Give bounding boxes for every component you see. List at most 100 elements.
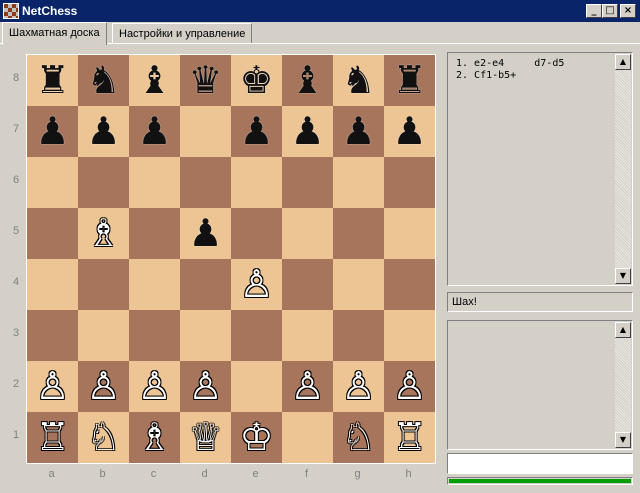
square-g5[interactable]	[333, 208, 384, 259]
square-d8[interactable]: ♛	[180, 55, 231, 106]
scroll-up-icon[interactable]: ▲	[615, 322, 631, 338]
white-knight-icon[interactable]: ♘	[78, 412, 129, 463]
black-rook-icon[interactable]: ♜	[384, 55, 435, 106]
white-pawn-icon[interactable]: ♙	[282, 361, 333, 412]
scroll-down-icon[interactable]: ▼	[615, 268, 631, 284]
square-a4[interactable]	[27, 259, 78, 310]
square-c2[interactable]: ♙	[129, 361, 180, 412]
black-pawn-icon[interactable]: ♟	[180, 208, 231, 259]
square-e7[interactable]: ♟	[231, 106, 282, 157]
square-c8[interactable]: ♝	[129, 55, 180, 106]
black-pawn-icon[interactable]: ♟	[384, 106, 435, 157]
move-list-scrollbar[interactable]: ▲ ▼	[615, 54, 631, 284]
black-pawn-icon[interactable]: ♟	[78, 106, 129, 157]
square-e4[interactable]: ♙	[231, 259, 282, 310]
square-b6[interactable]	[78, 157, 129, 208]
square-c3[interactable]	[129, 310, 180, 361]
black-pawn-icon[interactable]: ♟	[282, 106, 333, 157]
square-g6[interactable]	[333, 157, 384, 208]
square-a5[interactable]	[27, 208, 78, 259]
square-a6[interactable]	[27, 157, 78, 208]
black-pawn-icon[interactable]: ♟	[27, 106, 78, 157]
white-bishop-icon[interactable]: ♗	[129, 412, 180, 463]
square-h6[interactable]	[384, 157, 435, 208]
square-b3[interactable]	[78, 310, 129, 361]
maximize-button[interactable]: □	[602, 4, 618, 18]
square-d3[interactable]	[180, 310, 231, 361]
chat-log[interactable]: ▲ ▼	[447, 320, 633, 450]
square-e5[interactable]	[231, 208, 282, 259]
black-pawn-icon[interactable]: ♟	[231, 106, 282, 157]
square-b8[interactable]: ♞	[78, 55, 129, 106]
square-e1[interactable]: ♔	[231, 412, 282, 463]
square-f4[interactable]	[282, 259, 333, 310]
move-list[interactable]: 1. e2-e4 d7-d5 2. Cf1-b5+ ▲ ▼	[447, 52, 633, 286]
square-e6[interactable]	[231, 157, 282, 208]
square-d2[interactable]: ♙	[180, 361, 231, 412]
black-bishop-icon[interactable]: ♝	[282, 55, 333, 106]
square-h8[interactable]: ♜	[384, 55, 435, 106]
white-bishop-icon[interactable]: ♗	[78, 208, 129, 259]
white-rook-icon[interactable]: ♖	[384, 412, 435, 463]
square-g2[interactable]: ♙	[333, 361, 384, 412]
black-knight-icon[interactable]: ♞	[78, 55, 129, 106]
white-pawn-icon[interactable]: ♙	[180, 361, 231, 412]
square-f1[interactable]	[282, 412, 333, 463]
square-f3[interactable]	[282, 310, 333, 361]
square-a7[interactable]: ♟	[27, 106, 78, 157]
square-a3[interactable]	[27, 310, 78, 361]
square-b5[interactable]: ♗	[78, 208, 129, 259]
square-d1[interactable]: ♕	[180, 412, 231, 463]
white-pawn-icon[interactable]: ♙	[78, 361, 129, 412]
black-bishop-icon[interactable]: ♝	[129, 55, 180, 106]
square-c4[interactable]	[129, 259, 180, 310]
square-g4[interactable]	[333, 259, 384, 310]
square-f7[interactable]: ♟	[282, 106, 333, 157]
white-knight-icon[interactable]: ♘	[333, 412, 384, 463]
chessboard[interactable]: ♜ ♞ ♝ ♛ ♚ ♝ ♞ ♜ ♟ ♟ ♟ ♟ ♟ ♟ ♟ ♗ ♟ ♙ ♙ ♙ ♙ ♙ ♙ ♙ ♙ ♖ ♘ ♗ ♕ ♔ ♘ ♖	[26, 54, 436, 464]
square-d5[interactable]: ♟	[180, 208, 231, 259]
square-d7[interactable]	[180, 106, 231, 157]
square-e3[interactable]	[231, 310, 282, 361]
square-f8[interactable]: ♝	[282, 55, 333, 106]
square-h4[interactable]	[384, 259, 435, 310]
square-h5[interactable]	[384, 208, 435, 259]
square-h2[interactable]: ♙	[384, 361, 435, 412]
square-d4[interactable]	[180, 259, 231, 310]
square-a8[interactable]: ♜	[27, 55, 78, 106]
square-f5[interactable]	[282, 208, 333, 259]
square-b4[interactable]	[78, 259, 129, 310]
white-pawn-icon[interactable]: ♙	[231, 259, 282, 310]
chat-input[interactable]	[447, 453, 633, 474]
square-b2[interactable]: ♙	[78, 361, 129, 412]
square-c1[interactable]: ♗	[129, 412, 180, 463]
square-c5[interactable]	[129, 208, 180, 259]
square-h7[interactable]: ♟	[384, 106, 435, 157]
square-b1[interactable]: ♘	[78, 412, 129, 463]
square-f2[interactable]: ♙	[282, 361, 333, 412]
white-king-icon[interactable]: ♔	[231, 412, 282, 463]
square-g3[interactable]	[333, 310, 384, 361]
square-c7[interactable]: ♟	[129, 106, 180, 157]
square-c6[interactable]	[129, 157, 180, 208]
black-knight-icon[interactable]: ♞	[333, 55, 384, 106]
white-rook-icon[interactable]: ♖	[27, 412, 78, 463]
square-b7[interactable]: ♟	[78, 106, 129, 157]
square-a2[interactable]: ♙	[27, 361, 78, 412]
black-king-icon[interactable]: ♚	[231, 55, 282, 106]
square-h1[interactable]: ♖	[384, 412, 435, 463]
black-pawn-icon[interactable]: ♟	[129, 106, 180, 157]
square-g7[interactable]: ♟	[333, 106, 384, 157]
white-pawn-icon[interactable]: ♙	[129, 361, 180, 412]
white-pawn-icon[interactable]: ♙	[333, 361, 384, 412]
square-d6[interactable]	[180, 157, 231, 208]
square-f6[interactable]	[282, 157, 333, 208]
white-pawn-icon[interactable]: ♙	[27, 361, 78, 412]
black-queen-icon[interactable]: ♛	[180, 55, 231, 106]
white-pawn-icon[interactable]: ♙	[384, 361, 435, 412]
black-rook-icon[interactable]: ♜	[27, 55, 78, 106]
square-g8[interactable]: ♞	[333, 55, 384, 106]
square-e8[interactable]: ♚	[231, 55, 282, 106]
black-pawn-icon[interactable]: ♟	[333, 106, 384, 157]
square-e2[interactable]	[231, 361, 282, 412]
